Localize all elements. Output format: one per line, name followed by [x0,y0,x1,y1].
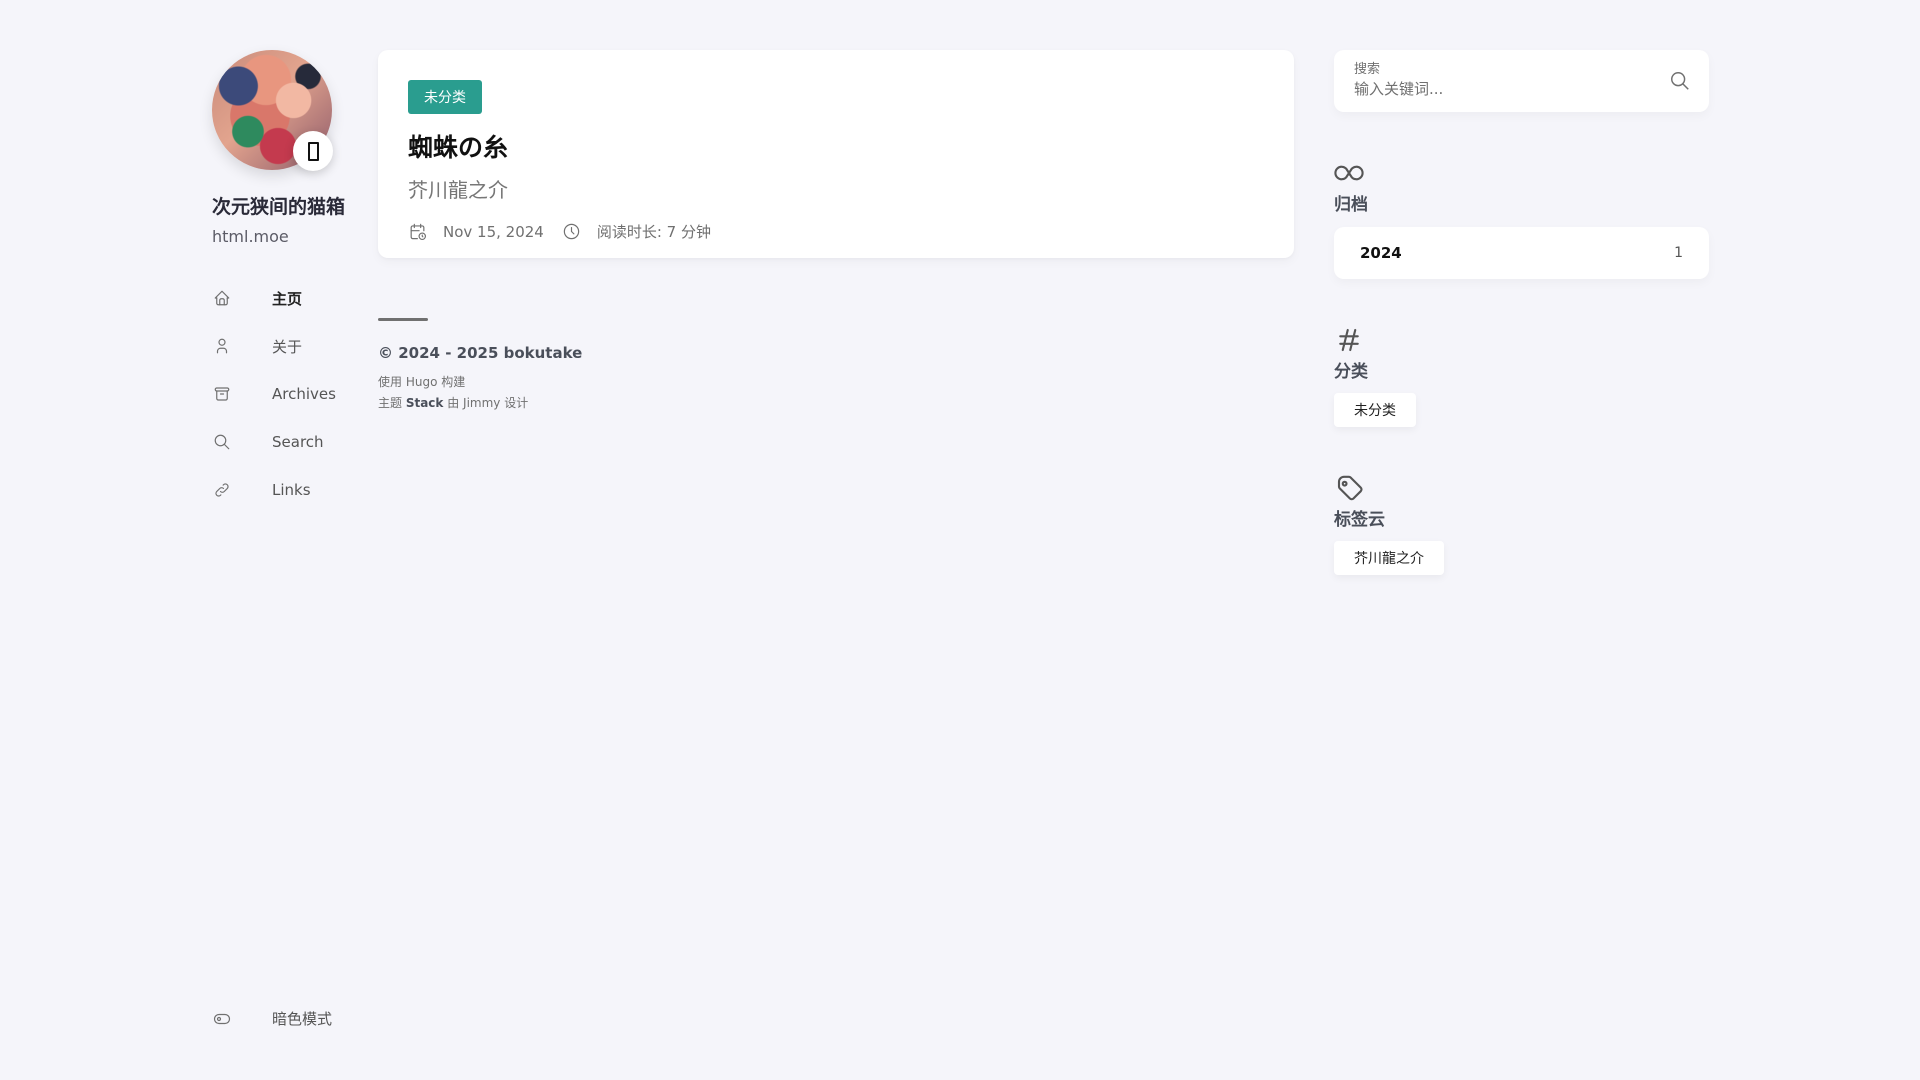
copyright: © 2024 - 2025 bokutake [378,344,583,362]
site-name[interactable]: 次元狭间的猫箱 [212,192,372,219]
infinity-icon [1334,158,1364,188]
theme-middle: 由 [443,396,464,410]
built-with-suffix: 构建 [437,375,466,389]
site-footer: © 2024 - 2025 bokutake 使用 Hugo 构建 主题 Sta… [378,318,582,414]
archive-year: 2024 [1360,244,1402,262]
reading-time: 阅读时长: 7 分钟 [562,221,711,242]
search-label: 搜索 [1354,62,1381,77]
post-meta: Nov 15, 2024 阅读时长: 7 分钟 [408,221,1264,242]
tag-icon [1334,473,1364,503]
post-title[interactable]: 蜘蛛の糸 [408,128,1264,164]
powered-by: 使用 Hugo 构建 主题 Stack 由 Jimmy 设计 [378,372,582,414]
home-icon [212,288,232,308]
menu-item-label: Links [272,481,311,499]
right-sidebar: 搜索 归档 2024 1 分类 未分类 [1334,50,1709,575]
emoji-icon [307,141,319,161]
clock-icon [563,223,580,240]
archives-widget: 归档 2024 1 [1334,158,1709,279]
dark-mode-toggle[interactable]: 暗色模式 [212,1008,332,1029]
hugo-link[interactable]: Hugo [406,375,438,389]
built-with-prefix: 使用 [378,375,406,389]
user-icon [212,336,232,356]
menu-item-archives[interactable]: Archives [212,370,372,418]
theme-prefix: 主题 [378,396,406,410]
post-date: Nov 15, 2024 [408,222,544,241]
page: 次元狭间的猫箱 html.moe 主页 关于 Archives Search L… [0,0,1920,1080]
menu-item-links[interactable]: Links [212,466,372,514]
main-menu: 主页 关于 Archives Search Links [212,274,372,514]
link-icon [212,480,232,500]
search-input[interactable] [1354,80,1644,98]
menu-item-home[interactable]: 主页 [212,274,372,322]
hash-icon [1334,325,1364,355]
post-card: 未分类 蜘蛛の糸 芥川龍之介 Nov 15, 2024 阅读时长: 7 分钟 [378,50,1294,258]
jimmy-link[interactable]: Jimmy [463,396,500,410]
tags-widget: 标签云 芥川龍之介 [1334,473,1709,575]
archive-count: 1 [1674,245,1683,261]
search-button[interactable] [1669,70,1691,92]
reading-time-text: 阅读时长: 7 分钟 [596,223,711,241]
menu-item-label: Archives [272,385,336,403]
category-chip[interactable]: 未分类 [1334,393,1416,427]
menu-item-about[interactable]: 关于 [212,322,372,370]
search-icon [212,432,232,452]
menu-item-label: Search [272,433,324,451]
archive-icon [212,384,232,404]
emoji-badge [293,131,333,171]
post-date-text: Nov 15, 2024 [443,222,544,241]
archive-year-item[interactable]: 2024 1 [1334,227,1709,279]
categories-title: 分类 [1334,362,1368,382]
stack-link[interactable]: Stack [406,396,444,410]
category-tag[interactable]: 未分类 [408,80,482,114]
theme-credit: 主题 Stack 由 Jimmy 设计 [378,393,582,414]
avatar-container [212,50,333,171]
categories-widget: 分类 未分类 [1334,325,1709,427]
search-icon [1671,72,1689,90]
footer-divider [378,318,428,321]
calendar-icon [410,223,427,241]
built-with: 使用 Hugo 构建 [378,372,582,393]
dark-mode-label: 暗色模式 [272,1010,333,1028]
menu-item-search[interactable]: Search [212,418,372,466]
search-form: 搜索 [1334,50,1709,112]
tag-chip[interactable]: 芥川龍之介 [1334,541,1444,575]
theme-suffix: 设计 [500,396,529,410]
tags-title: 标签云 [1334,510,1385,530]
archives-title: 归档 [1334,195,1368,215]
menu-item-label: 关于 [272,337,303,356]
toggle-icon [212,1009,232,1029]
menu-item-label: 主页 [272,289,303,308]
site-description: html.moe [212,227,289,246]
left-sidebar: 次元狭间的猫箱 html.moe 主页 关于 Archives Search L… [212,50,372,514]
post-subtitle: 芥川龍之介 [408,178,508,202]
